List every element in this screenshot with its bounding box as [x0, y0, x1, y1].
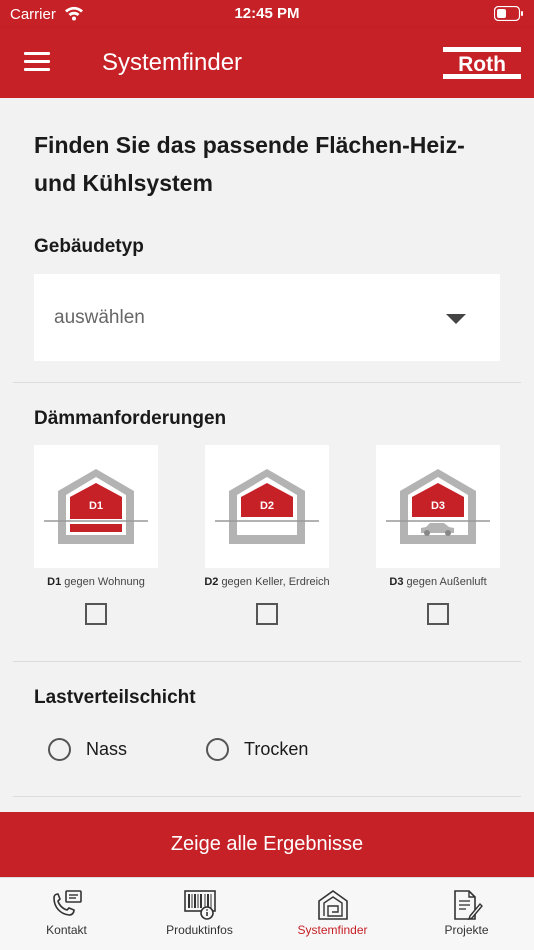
- barcode-info-icon: [183, 890, 216, 920]
- radio-label: Trocken: [244, 739, 309, 759]
- svg-text:D3: D3: [431, 500, 445, 512]
- radio-circle: [48, 738, 71, 761]
- form-heading: Finden Sie das passende Flächen-Heiz- un…: [34, 132, 465, 196]
- tab-label: Kontakt: [46, 923, 87, 937]
- svg-text:Roth: Roth: [458, 53, 506, 76]
- menu-icon[interactable]: [24, 52, 50, 74]
- tab-label: Systemfinder: [297, 923, 368, 937]
- house-d3-icon: D3: [386, 469, 490, 544]
- tab-projekte[interactable]: Projekte: [400, 878, 533, 950]
- building-type-label: Gebäudetyp: [34, 236, 144, 257]
- divider: [13, 661, 521, 662]
- status-bar: Carrier 12:45 PM: [0, 0, 534, 28]
- insulation-caption-d3: D3 gegen Außenluft: [389, 576, 487, 588]
- tab-kontakt[interactable]: Kontakt: [0, 878, 133, 950]
- load-layer-label: Lastverteilschicht: [34, 687, 196, 708]
- svg-text:D2: D2: [260, 500, 274, 512]
- tab-produktinfos[interactable]: Produktinfos: [133, 878, 266, 950]
- insulation-label: Dämmanforderungen: [34, 408, 227, 429]
- insulation-card-d3[interactable]: D3: [376, 445, 500, 568]
- insulation-card-d2[interactable]: D2: [205, 445, 329, 568]
- status-time: 12:45 PM: [234, 5, 300, 22]
- roth-logo[interactable]: Roth: [442, 46, 522, 80]
- tab-systemfinder[interactable]: Systemfinder: [266, 878, 399, 950]
- contact-phone-icon: [52, 890, 82, 916]
- tab-bar: Kontakt Produktinfos Systemfinder Projek…: [0, 877, 534, 950]
- building-type-select[interactable]: auswählen: [34, 274, 500, 361]
- document-edit-icon: [453, 890, 483, 921]
- insulation-caption-d1: D1 gegen Wohnung: [47, 576, 145, 588]
- house-d2-icon: D2: [215, 469, 319, 544]
- insulation-checkbox-d1[interactable]: [85, 603, 107, 625]
- insulation-checkbox-d2[interactable]: [256, 603, 278, 625]
- chevron-down-icon: [446, 314, 466, 324]
- house-d1-icon: D1: [44, 469, 148, 544]
- svg-text:D1: D1: [89, 500, 103, 512]
- house-maze-icon: [317, 890, 348, 920]
- tab-label: Projekte: [444, 923, 489, 937]
- systemfinder-form: Finden Sie das passende Flächen-Heiz- un…: [0, 98, 534, 810]
- radio-circle: [206, 738, 229, 761]
- insulation-card-d1[interactable]: D1: [34, 445, 158, 568]
- divider: [13, 382, 521, 383]
- insulation-caption-d2: D2 gegen Keller, Erdreich: [204, 576, 330, 588]
- building-type-value: auswählen: [54, 307, 145, 328]
- divider: [13, 796, 521, 797]
- tab-label: Produktinfos: [166, 923, 233, 937]
- page-title: Systemfinder: [102, 49, 243, 76]
- insulation-checkbox-d3[interactable]: [427, 603, 449, 625]
- radio-label: Nass: [86, 739, 128, 759]
- app-bar: Systemfinder Roth: [0, 28, 534, 98]
- battery-icon: [494, 6, 523, 21]
- show-results-button[interactable]: Zeige alle Ergebnisse: [0, 812, 534, 877]
